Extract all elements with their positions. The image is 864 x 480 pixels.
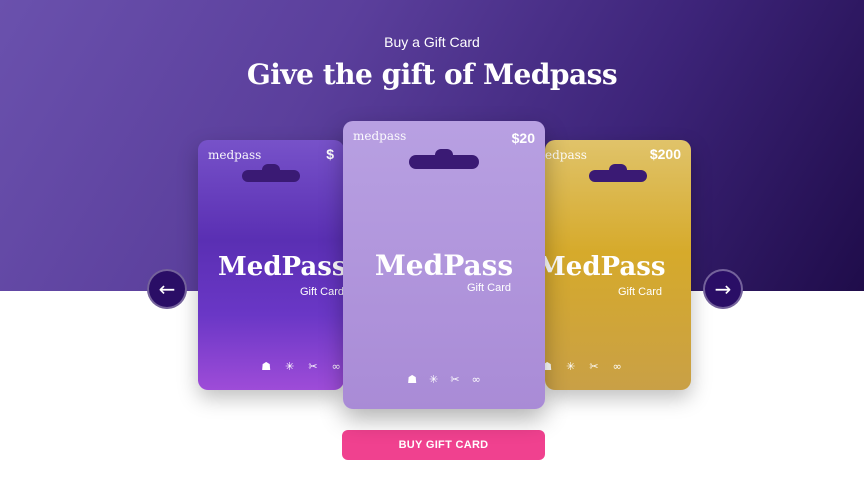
- card-brand: MedPass: [374, 249, 514, 282]
- dumbbell-icon: ☗: [261, 360, 272, 373]
- page-title: Give the gift of Medpass: [246, 58, 618, 91]
- card-icons: ☗ ✳ ✂ ∞: [545, 360, 655, 373]
- card-sub: Gift Card: [467, 282, 512, 294]
- card-sub: Gift Card: [618, 286, 663, 298]
- arrow-left-icon: ←: [158, 277, 176, 301]
- utensils-icon: ✂: [589, 360, 599, 373]
- gift-card-left[interactable]: medpass $ MedPass Gift Card ☗ ✳ ✂ ∞: [198, 140, 344, 390]
- pill-icon: ∞: [331, 360, 341, 373]
- gift-card-right[interactable]: edpass $200 MedPass Gift Card ☗ ✳ ✂ ∞: [545, 140, 691, 390]
- dumbbell-icon: ☗: [545, 360, 553, 373]
- carousel-prev-button[interactable]: ←: [147, 269, 187, 309]
- utensils-icon: ✂: [450, 373, 460, 386]
- eyebrow-text: Buy a Gift Card: [384, 34, 480, 50]
- arrow-right-icon: →: [714, 277, 732, 301]
- card-brand-small: medpass: [208, 148, 262, 162]
- asterisk-icon: ✳: [429, 373, 439, 386]
- asterisk-icon: ✳: [566, 360, 576, 373]
- card-amount: $200: [649, 146, 681, 162]
- buy-gift-card-button[interactable]: BUY GIFT CARD: [342, 430, 545, 460]
- utensils-icon: ✂: [308, 360, 318, 373]
- card-brand-small: medpass: [353, 129, 407, 143]
- card-sub: Gift Card: [300, 286, 344, 298]
- card-brand: MedPass: [545, 252, 666, 282]
- asterisk-icon: ✳: [285, 360, 295, 373]
- card-icons: ☗ ✳ ✂ ∞: [343, 373, 545, 386]
- card-amount: $20: [511, 130, 535, 146]
- card-icons: ☗ ✳ ✂ ∞: [228, 360, 344, 373]
- gift-card-selected[interactable]: medpass $20 MedPass Gift Card ☗ ✳ ✂ ∞: [343, 121, 545, 409]
- hanger-slot: [589, 170, 647, 182]
- carousel-next-button[interactable]: →: [703, 269, 743, 309]
- pill-icon: ∞: [612, 360, 622, 373]
- card-brand: MedPass: [218, 252, 344, 282]
- hanger-slot: [242, 170, 300, 182]
- dumbbell-icon: ☗: [407, 373, 418, 386]
- pill-icon: ∞: [471, 373, 481, 386]
- hanger-slot: [409, 155, 479, 169]
- card-amount: $: [326, 146, 334, 162]
- card-brand-small: edpass: [545, 148, 587, 162]
